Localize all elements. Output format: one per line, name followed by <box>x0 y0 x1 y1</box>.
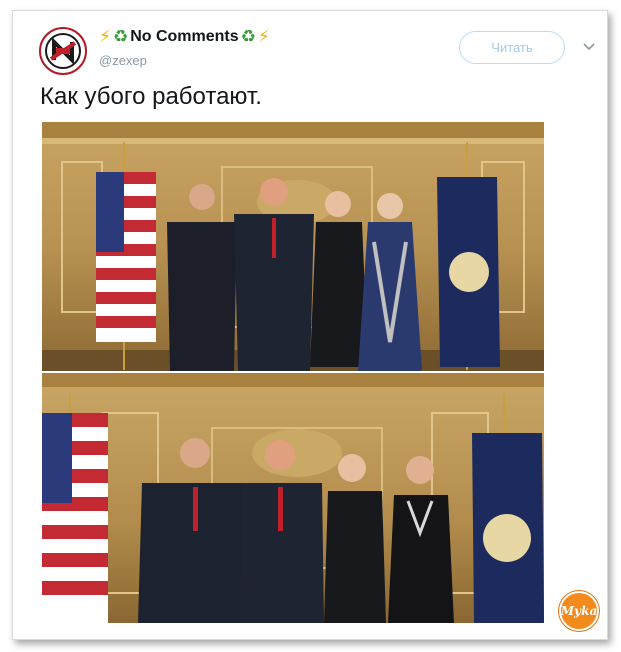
lightning-icon: ⚡ <box>257 26 270 47</box>
photo-image <box>42 122 544 371</box>
display-name-text: No Comments <box>130 28 239 45</box>
watermark-text: Муka <box>560 604 598 618</box>
tweet-card: ⚡ ♻ No Comments ♻ ⚡ @zexep Читать Как уб… <box>12 10 608 640</box>
tweet-photo-bottom[interactable] <box>42 373 544 623</box>
lightning-icon: ⚡ <box>99 26 111 47</box>
tweet-photo-top[interactable] <box>42 122 544 371</box>
display-name[interactable]: ⚡ ♻ No Comments ♻ ⚡ <box>99 25 270 49</box>
recycle-icon: ♻ <box>240 26 256 47</box>
chevron-down-icon[interactable] <box>581 39 597 55</box>
follow-button[interactable]: Читать <box>459 31 565 64</box>
photo-image <box>42 373 544 623</box>
watermark-logo: Муka <box>559 591 599 631</box>
avatar-logo-icon <box>42 30 84 72</box>
avatar[interactable] <box>39 27 87 75</box>
tweet-text: Как убого работают. <box>40 83 262 110</box>
recycle-icon: ♻ <box>112 26 129 47</box>
user-handle[interactable]: @zexep <box>99 53 147 68</box>
